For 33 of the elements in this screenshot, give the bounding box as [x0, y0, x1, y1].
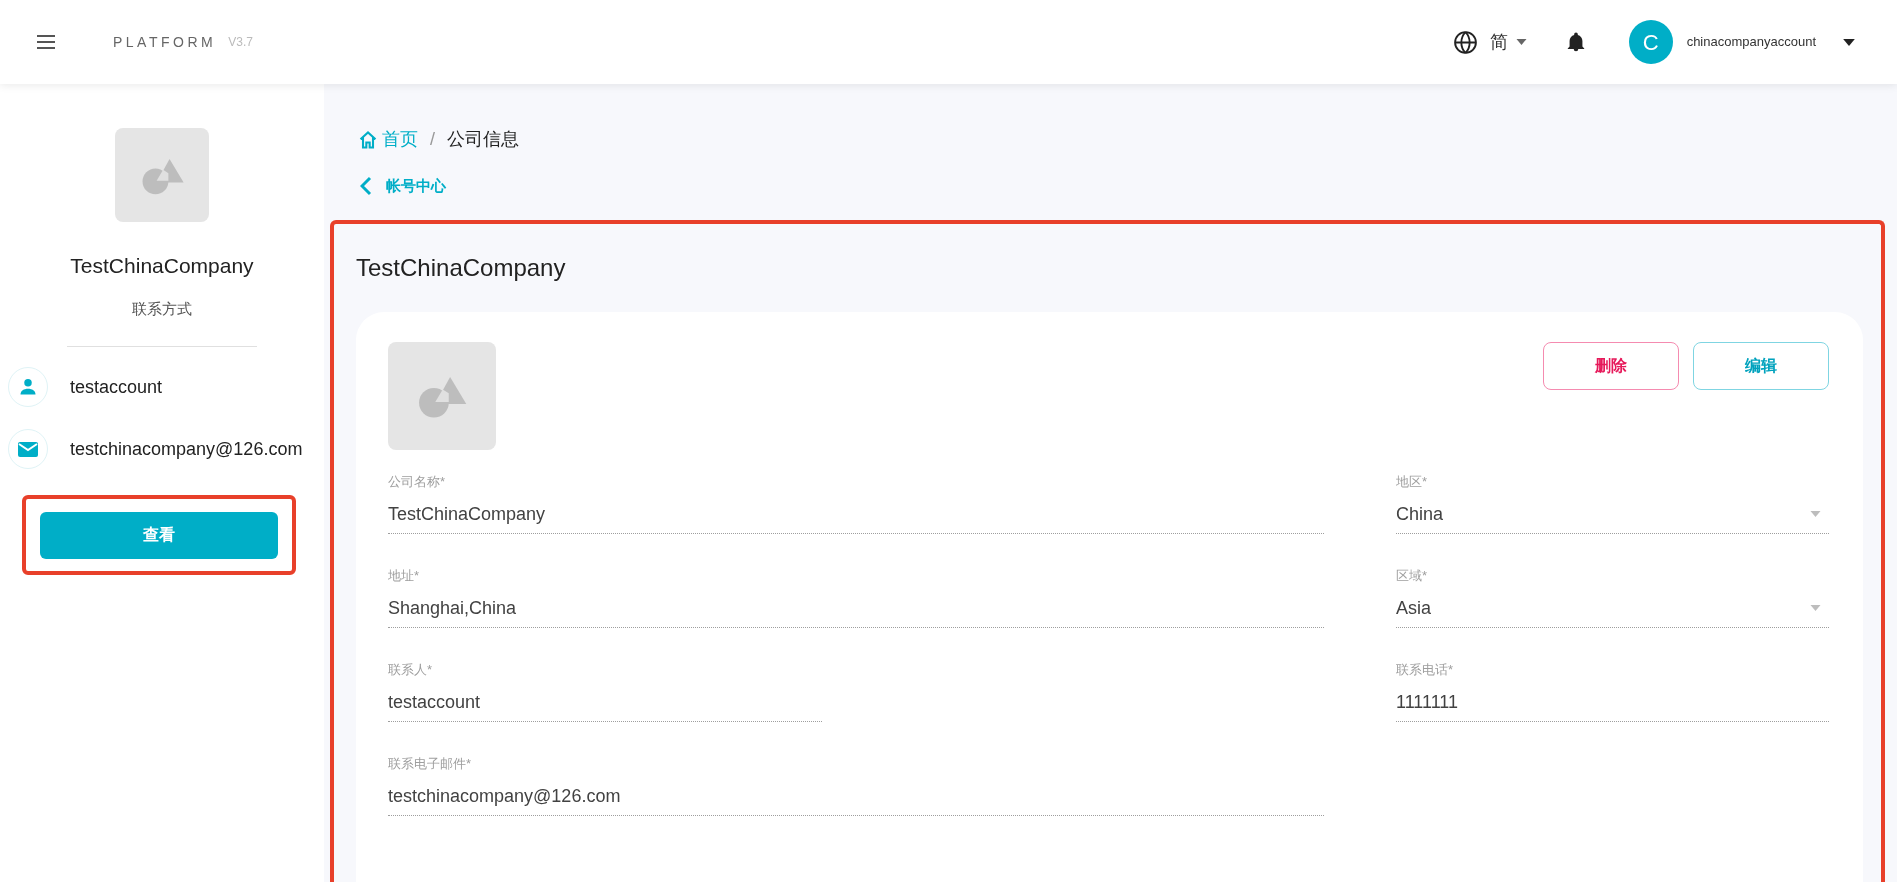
- contact-text: testaccount: [70, 375, 163, 399]
- person-icon: [18, 377, 38, 397]
- field-label: 联系电话*: [1396, 660, 1455, 679]
- contact-text: testchinacompany@126.com: [70, 437, 303, 461]
- input-field[interactable]: testchinacompany@126.com: [388, 777, 1324, 816]
- select-field[interactable]: China: [1396, 495, 1829, 534]
- input-field[interactable]: 1111111: [1396, 683, 1829, 722]
- company-name: TestChinaCompany: [70, 253, 254, 279]
- globe-icon[interactable]: [1452, 29, 1478, 55]
- version-label: V3.7: [228, 34, 253, 51]
- field-label: 地区*: [1396, 472, 1429, 491]
- input-field[interactable]: TestChinaCompany: [388, 495, 1324, 534]
- page-title: TestChinaCompany: [356, 252, 567, 283]
- language-select[interactable]: 简: [1489, 28, 1527, 56]
- contact-heading: 联系方式: [132, 298, 192, 319]
- input-field[interactable]: testaccount: [388, 683, 822, 722]
- caret-icon: [1515, 39, 1527, 45]
- field-label: 联系人*: [388, 660, 434, 679]
- select-field[interactable]: Asia: [1396, 589, 1829, 628]
- home-icon: [358, 129, 378, 150]
- dropdown-caret-icon: [1810, 511, 1821, 517]
- field-label: 联系电子邮件*: [388, 754, 473, 773]
- field-label: 地址*: [388, 566, 421, 585]
- caret-icon[interactable]: [1843, 38, 1855, 46]
- field-label: 公司名称*: [388, 472, 447, 491]
- input-field[interactable]: Shanghai,China: [388, 589, 1324, 628]
- breadcrumb-current: 公司信息: [447, 128, 519, 151]
- brand-name: PLATFORM: [113, 32, 217, 52]
- field-label: 区域*: [1396, 566, 1429, 585]
- dropdown-caret-icon: [1810, 605, 1821, 611]
- username[interactable]: chinacompanyaccount: [1686, 32, 1816, 52]
- breadcrumb-separator: /: [430, 128, 435, 151]
- delete-button[interactable]: 删除: [1543, 341, 1679, 390]
